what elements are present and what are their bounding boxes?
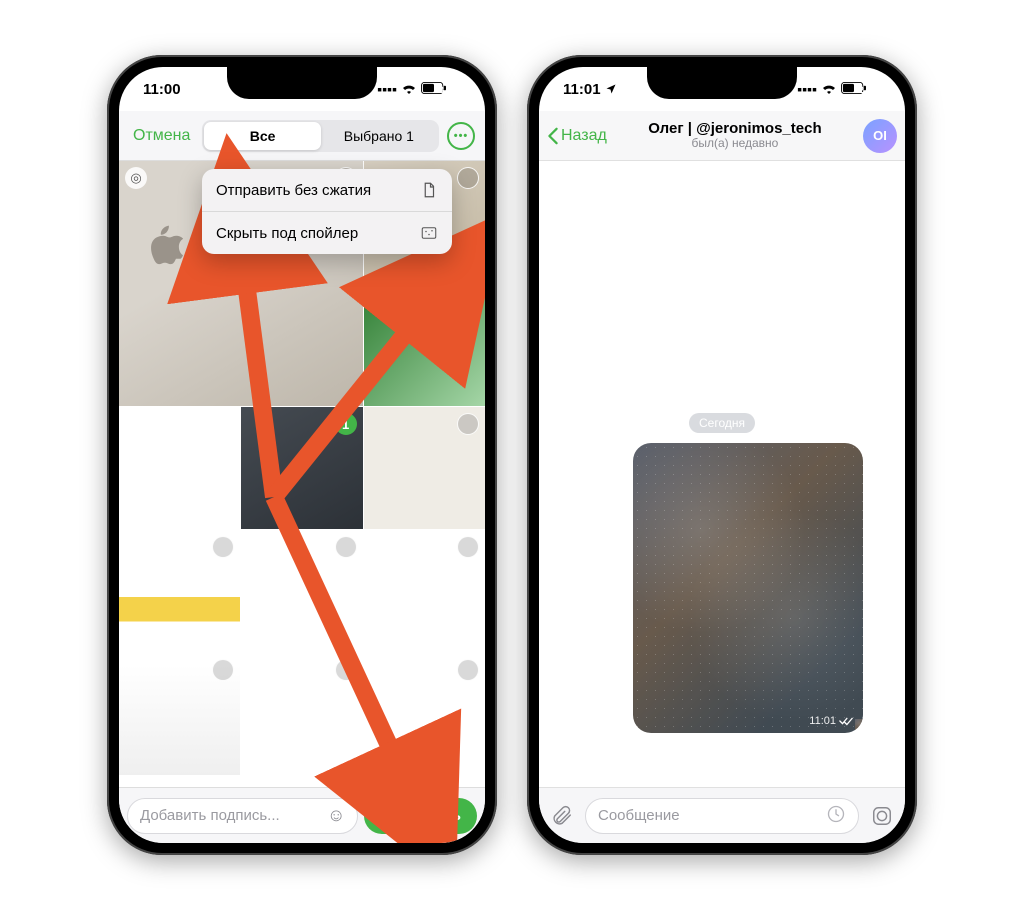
photo-thumbnail[interactable] — [364, 407, 485, 529]
chat-body: Сегодня 11:01 — [539, 161, 905, 787]
sticker-button[interactable] — [869, 803, 895, 829]
photo-thumbnail-selected[interactable]: 1 — [241, 407, 362, 529]
more-button[interactable]: ••• — [447, 122, 475, 150]
back-button[interactable]: Назад — [547, 127, 607, 145]
signal-icon: ▪▪▪▪ — [377, 81, 397, 97]
paperclip-icon — [551, 805, 573, 827]
chat-subtitle: был(а) недавно — [607, 137, 863, 150]
segment-all[interactable]: Все — [204, 122, 320, 150]
menu-item-label: Скрыть под спойлер — [216, 225, 358, 242]
message-input[interactable]: Сообщение — [585, 798, 859, 834]
notch-icon — [227, 67, 377, 99]
caption-placeholder: Добавить подпись... — [140, 807, 280, 824]
chat-title: Олег | @jeronimos_tech — [607, 121, 863, 138]
photo-thumbnail[interactable] — [119, 530, 240, 652]
photo-thumbnail[interactable] — [241, 653, 362, 775]
date-separator: Сегодня — [689, 413, 755, 433]
attach-button[interactable] — [549, 803, 575, 829]
avatar[interactable]: OI — [863, 119, 897, 153]
phone-left: 11:00 ▪▪▪▪ 53 Отмена Все Выбрано 1 — [107, 55, 497, 855]
status-time: 11:00 — [143, 81, 181, 98]
file-icon — [420, 181, 438, 199]
send-button[interactable]: Отправить — [364, 798, 477, 834]
battery-icon: 53 — [421, 81, 461, 97]
emoji-icon[interactable]: ☺ — [327, 805, 345, 826]
wifi-icon — [821, 81, 837, 97]
photo-thumbnail[interactable] — [241, 530, 362, 652]
menu-send-uncompressed[interactable]: Отправить без сжатия — [202, 169, 452, 211]
apple-logo-icon — [143, 223, 183, 271]
photo-thumbnail[interactable] — [364, 284, 485, 406]
notch-icon — [647, 67, 797, 99]
message-placeholder: Сообщение — [598, 807, 680, 824]
segment-selected[interactable]: Выбрано 1 — [321, 122, 437, 150]
selection-badge: 1 — [335, 413, 357, 435]
read-check-icon — [839, 716, 853, 726]
caption-bar: Добавить подпись... ☺ Отправить — [119, 787, 485, 843]
wifi-icon — [401, 81, 417, 97]
signal-icon: ▪▪▪▪ — [797, 81, 817, 97]
sticker-icon — [871, 805, 893, 827]
spoiler-message-bubble[interactable]: 11:01 — [633, 443, 863, 733]
photo-thumbnail[interactable] — [119, 653, 240, 775]
chat-header: Назад Олег | @jeronimos_tech был(а) неда… — [539, 111, 905, 161]
back-label: Назад — [561, 127, 607, 145]
menu-hide-spoiler[interactable]: Скрыть под спойлер — [202, 211, 452, 254]
message-timestamp: 11:01 — [809, 715, 853, 727]
photo-thumbnail[interactable] — [364, 530, 485, 652]
photo-thumbnail[interactable] — [364, 653, 485, 775]
phone-right: 11:01 ▪▪▪▪ 52 Назад — [527, 55, 917, 855]
status-time: 11:01 — [563, 81, 601, 98]
location-icon — [605, 83, 617, 95]
source-badge-icon: ◎ — [125, 167, 147, 189]
chat-title-wrap[interactable]: Олег | @jeronimos_tech был(а) недавно — [607, 121, 863, 151]
spoiler-icon — [420, 224, 438, 242]
caption-input[interactable]: Добавить подпись... ☺ — [127, 798, 358, 834]
photo-grid: ◎ 1 — [119, 161, 485, 787]
cancel-button[interactable]: Отмена — [129, 123, 194, 149]
chat-input-bar: Сообщение — [539, 787, 905, 843]
schedule-icon[interactable] — [826, 804, 846, 828]
battery-icon: 52 — [841, 81, 881, 97]
menu-item-label: Отправить без сжатия — [216, 182, 371, 199]
options-menu: Отправить без сжатия Скрыть под спойлер — [202, 169, 452, 254]
segmented-control: Все Выбрано 1 — [202, 120, 439, 152]
picker-header: Отмена Все Выбрано 1 ••• — [119, 111, 485, 161]
chevron-left-icon — [547, 127, 559, 145]
